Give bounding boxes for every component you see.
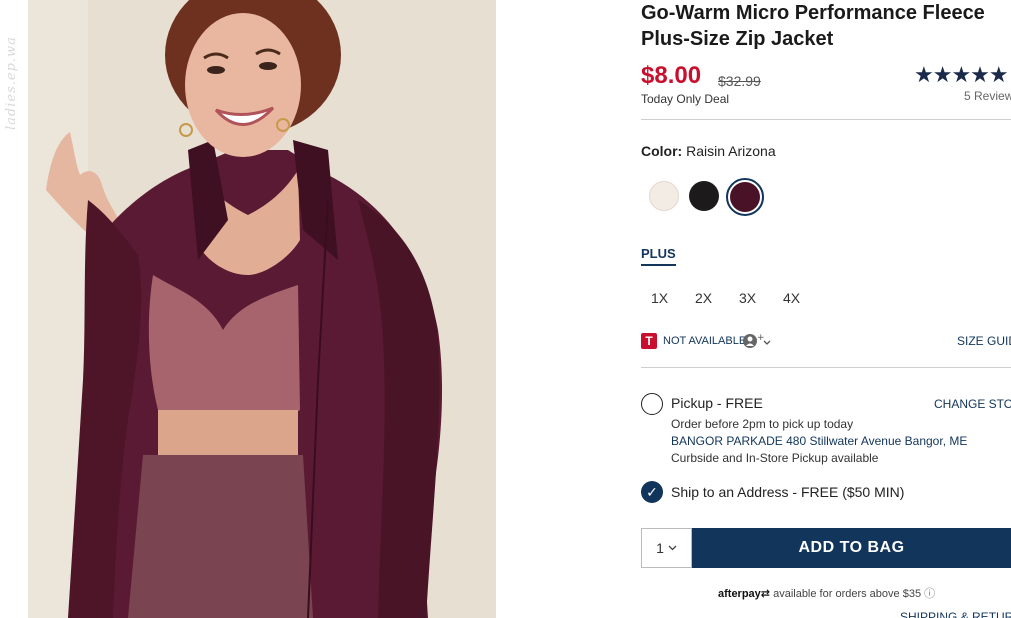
model-size-dropdown-icon[interactable]: + bbox=[743, 333, 773, 352]
size-guide-link[interactable]: SIZE GUIDE bbox=[957, 334, 1011, 348]
afterpay-text: available for orders above $35 bbox=[773, 588, 922, 600]
availability-text: NOT AVAILABLE bbox=[663, 335, 747, 347]
quantity-value: 1 bbox=[656, 540, 664, 556]
pickup-radio[interactable] bbox=[641, 393, 663, 415]
afterpay-row: afterpay⇄ available for orders above $35… bbox=[718, 585, 935, 601]
tall-badge-icon: T bbox=[641, 333, 657, 349]
color-swatch-raisin[interactable] bbox=[730, 182, 760, 212]
afterpay-logo: afterpay bbox=[718, 588, 761, 600]
color-swatch-black[interactable] bbox=[689, 181, 719, 211]
size-option-1x[interactable]: 1X bbox=[651, 290, 695, 306]
product-info-panel: Go-Warm Micro Performance Fleece Plus-Si… bbox=[641, 0, 1011, 618]
add-to-bag-button[interactable]: ADD TO BAG bbox=[692, 528, 1011, 568]
checkmark-icon: ✓ bbox=[646, 484, 658, 500]
divider bbox=[641, 367, 1011, 368]
size-options: 1X 2X 3X 4X bbox=[651, 290, 827, 306]
info-icon[interactable]: ⓘ bbox=[924, 588, 935, 600]
watermark-text: ladies.ep.wa bbox=[4, 36, 19, 130]
sale-price: $8.00 bbox=[641, 62, 702, 89]
curbside-note: Curbside and In-Store Pickup available bbox=[671, 451, 879, 465]
afterpay-arrows-icon: ⇄ bbox=[760, 588, 771, 600]
quantity-select[interactable]: 1 bbox=[641, 528, 692, 568]
product-title: Go-Warm Micro Performance Fleece Plus-Si… bbox=[641, 2, 985, 50]
svg-text:+: + bbox=[757, 333, 765, 343]
tab-plus[interactable]: PLUS bbox=[641, 246, 676, 266]
color-label-row: Color: Raisin Arizona bbox=[641, 143, 776, 159]
size-option-4x[interactable]: 4X bbox=[783, 290, 827, 306]
rating-stars[interactable]: ★★★★★ bbox=[914, 62, 1009, 88]
selected-color-name: Raisin Arizona bbox=[686, 143, 776, 159]
ship-label: Ship to an Address - FREE ($50 MIN) bbox=[671, 484, 905, 500]
original-price: $32.99 bbox=[718, 73, 761, 89]
product-image[interactable] bbox=[28, 0, 496, 618]
store-address-link[interactable]: BANGOR PARKADE 480 Stillwater Avenue Ban… bbox=[671, 434, 967, 448]
shipping-returns-link[interactable]: SHIPPING & RETURNS bbox=[900, 610, 1011, 618]
chevron-down-icon bbox=[668, 545, 677, 551]
color-label: Color: bbox=[641, 143, 683, 159]
color-swatch-cream[interactable] bbox=[649, 181, 679, 211]
pickup-label: Pickup - FREE bbox=[671, 395, 763, 411]
size-option-3x[interactable]: 3X bbox=[739, 290, 783, 306]
reviews-link[interactable]: 5 Reviews bbox=[964, 89, 1011, 103]
size-option-2x[interactable]: 2X bbox=[695, 290, 739, 306]
divider bbox=[641, 119, 1011, 120]
ship-radio-checked[interactable]: ✓ bbox=[641, 481, 663, 503]
deal-label: Today Only Deal bbox=[641, 92, 730, 106]
pickup-note: Order before 2pm to pick up today bbox=[671, 417, 854, 431]
change-store-link[interactable]: CHANGE STORE bbox=[934, 397, 1011, 411]
